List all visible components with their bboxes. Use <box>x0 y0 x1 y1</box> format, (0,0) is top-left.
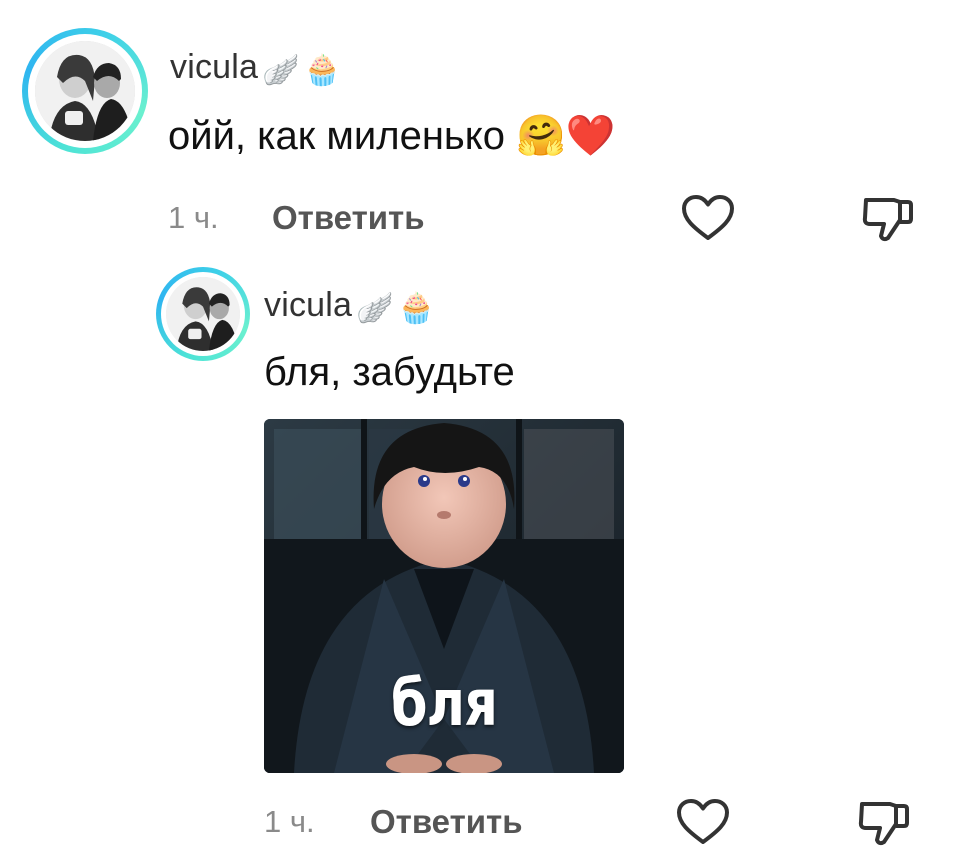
reply-button[interactable]: Ответить <box>370 803 523 841</box>
wing-badge-icon: 🪽 <box>262 54 300 87</box>
gif-sticker[interactable]: бля <box>264 419 624 773</box>
thumbs-down-icon <box>862 198 913 242</box>
comment-text: ойй, как миленько 🤗❤️ <box>168 114 616 158</box>
thumbs-down-icon <box>858 802 909 846</box>
timestamp: 1 ч. <box>264 804 315 839</box>
gif-caption: бля <box>390 667 498 741</box>
username[interactable]: vicula 🪽 🧁 <box>170 48 341 88</box>
username-text: vicula <box>264 286 353 324</box>
heart-outline-icon <box>677 799 729 844</box>
reply-button[interactable]: Ответить <box>272 199 425 237</box>
username-text: vicula <box>170 48 259 86</box>
dislike-button[interactable] <box>860 194 914 249</box>
avatar[interactable] <box>22 28 148 154</box>
heart-outline-icon <box>682 195 734 240</box>
avatar-photo <box>35 41 135 141</box>
comment-actions: 1 ч. Ответить <box>0 799 960 846</box>
like-button[interactable] <box>681 194 735 247</box>
dislike-button[interactable] <box>856 798 910 853</box>
comment-actions: 1 ч. Ответить <box>0 195 960 242</box>
avatar[interactable] <box>156 267 250 361</box>
avatar-photo <box>166 277 240 351</box>
like-button[interactable] <box>676 798 730 851</box>
timestamp: 1 ч. <box>168 200 219 235</box>
comment-text: бля, забудьте <box>264 350 515 394</box>
username[interactable]: vicula 🪽 🧁 <box>264 286 435 326</box>
cupcake-badge-icon: 🧁 <box>397 292 436 325</box>
wing-badge-icon: 🪽 <box>356 292 394 325</box>
cupcake-badge-icon: 🧁 <box>303 54 342 87</box>
